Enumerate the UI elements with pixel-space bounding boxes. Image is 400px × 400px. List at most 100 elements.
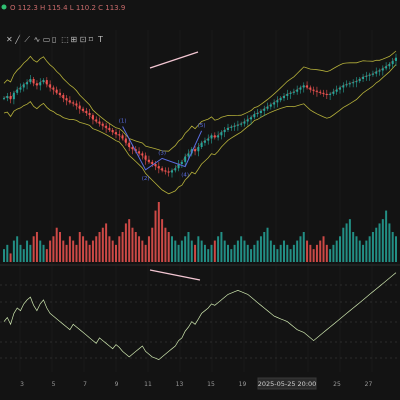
candle-body — [115, 132, 117, 135]
candle-body — [276, 100, 279, 103]
time-axis[interactable]: 35791113151921232527 — [0, 375, 400, 400]
volume-bar — [388, 223, 391, 262]
candle-body — [55, 89, 58, 93]
candle-body — [332, 91, 335, 94]
volume-bar — [352, 232, 355, 262]
volume-bar — [26, 240, 29, 262]
volume-bar — [190, 240, 193, 262]
volume-bar — [52, 236, 55, 262]
volume-bar — [121, 232, 124, 262]
time-tick-label: 27 — [365, 381, 373, 388]
cursor-time-label-text: 2025-05-25 20:00 — [258, 380, 317, 388]
volume-bar — [299, 236, 302, 262]
volume-bar — [12, 240, 15, 262]
candle-body — [98, 121, 101, 124]
volume-bar — [131, 227, 134, 262]
volume-bar — [273, 244, 276, 262]
volume-bar — [49, 240, 52, 262]
fib-icon[interactable]: ⟋ — [24, 35, 30, 44]
volume-bar — [319, 240, 322, 262]
brush-icon[interactable]: ▯ — [52, 35, 56, 44]
candle-body — [352, 82, 355, 84]
volume-bar — [22, 249, 25, 262]
text-icon[interactable]: T — [97, 35, 103, 44]
candle-body — [223, 130, 226, 133]
cursor-time-label: 2025-05-25 20:00 — [257, 377, 317, 390]
volume-bar — [348, 219, 351, 262]
ohlc-readout: O 112.3 H 115.4 L 110.2 C 113.9 — [10, 4, 125, 12]
crosshair-icon[interactable]: ✕ — [6, 35, 13, 44]
volume-bar — [292, 244, 295, 262]
candle-body — [339, 87, 341, 90]
volume-bar — [167, 232, 170, 262]
volume-bar — [253, 244, 256, 262]
candle-body — [312, 89, 315, 91]
candle-body — [217, 135, 220, 138]
candle-body — [362, 76, 365, 79]
candle-body — [227, 127, 229, 130]
volume-bar — [174, 240, 177, 262]
candle-body — [309, 87, 312, 90]
volume-bar — [250, 249, 253, 262]
volume-bar — [108, 236, 111, 262]
candle-body — [16, 89, 19, 93]
volume-bar — [391, 232, 394, 262]
candle-body — [365, 75, 368, 77]
candle-body — [315, 90, 318, 92]
volume-bar — [62, 240, 65, 262]
volume-bar — [385, 210, 388, 262]
volume-bar — [154, 210, 157, 262]
time-tick-label: 11 — [144, 381, 152, 388]
candle-body — [78, 105, 81, 109]
candle-body — [335, 89, 338, 92]
volume-bar — [184, 236, 187, 262]
volume-bar — [312, 249, 315, 262]
candle-body — [68, 100, 71, 103]
candle-body — [269, 104, 272, 107]
candle-body — [375, 71, 378, 74]
time-tick-label: 7 — [83, 381, 87, 388]
trading-chart[interactable]: O 112.3 H 115.4 L 110.2 C 113.9 ✕ ╱ ⟋ ∿ ▭ ▯ ⬚ ⊞… — [0, 0, 400, 400]
candle-body — [279, 98, 282, 101]
volume-bar — [325, 244, 328, 262]
candle-body — [72, 102, 75, 104]
volume-bar — [381, 219, 384, 262]
zoom-icon[interactable]: ⊞ — [70, 35, 77, 44]
volume-bar — [395, 236, 397, 262]
volume-bar — [302, 232, 305, 262]
candle-body — [296, 89, 299, 92]
candle-body — [6, 96, 9, 99]
pattern-icon[interactable]: ∿ — [34, 35, 41, 44]
time-tick-label: 15 — [207, 381, 215, 388]
time-tick-label: 3 — [20, 381, 24, 388]
volume-bar — [246, 244, 249, 262]
candle-body — [184, 156, 187, 162]
volume-bar — [98, 232, 101, 262]
candle-body — [220, 132, 223, 136]
candle-body — [395, 57, 397, 61]
volume-bar — [19, 244, 22, 262]
candle-body — [187, 153, 190, 157]
candle-body — [75, 103, 78, 106]
candle-body — [385, 66, 388, 69]
candle-body — [306, 85, 309, 88]
candle-body — [253, 114, 256, 118]
candle-body — [329, 93, 332, 95]
time-tick-label: 5 — [52, 381, 56, 388]
candle-body — [213, 135, 216, 138]
volume-bar — [200, 240, 203, 262]
volume-bar — [355, 236, 358, 262]
volume-bar — [180, 240, 183, 262]
volume-bar — [55, 227, 58, 262]
candle-body — [161, 168, 164, 171]
candle-body — [243, 121, 246, 124]
volume-bar — [207, 249, 210, 262]
magnet-icon[interactable]: ⊡ — [80, 35, 87, 44]
measure-icon[interactable]: ⬚ — [61, 35, 69, 44]
eraser-icon[interactable]: ▭ — [43, 35, 51, 44]
volume-bar — [35, 232, 38, 262]
candle-body — [42, 80, 45, 83]
candle-body — [108, 127, 111, 130]
candle-body — [348, 83, 351, 85]
volume-bar — [276, 249, 279, 262]
